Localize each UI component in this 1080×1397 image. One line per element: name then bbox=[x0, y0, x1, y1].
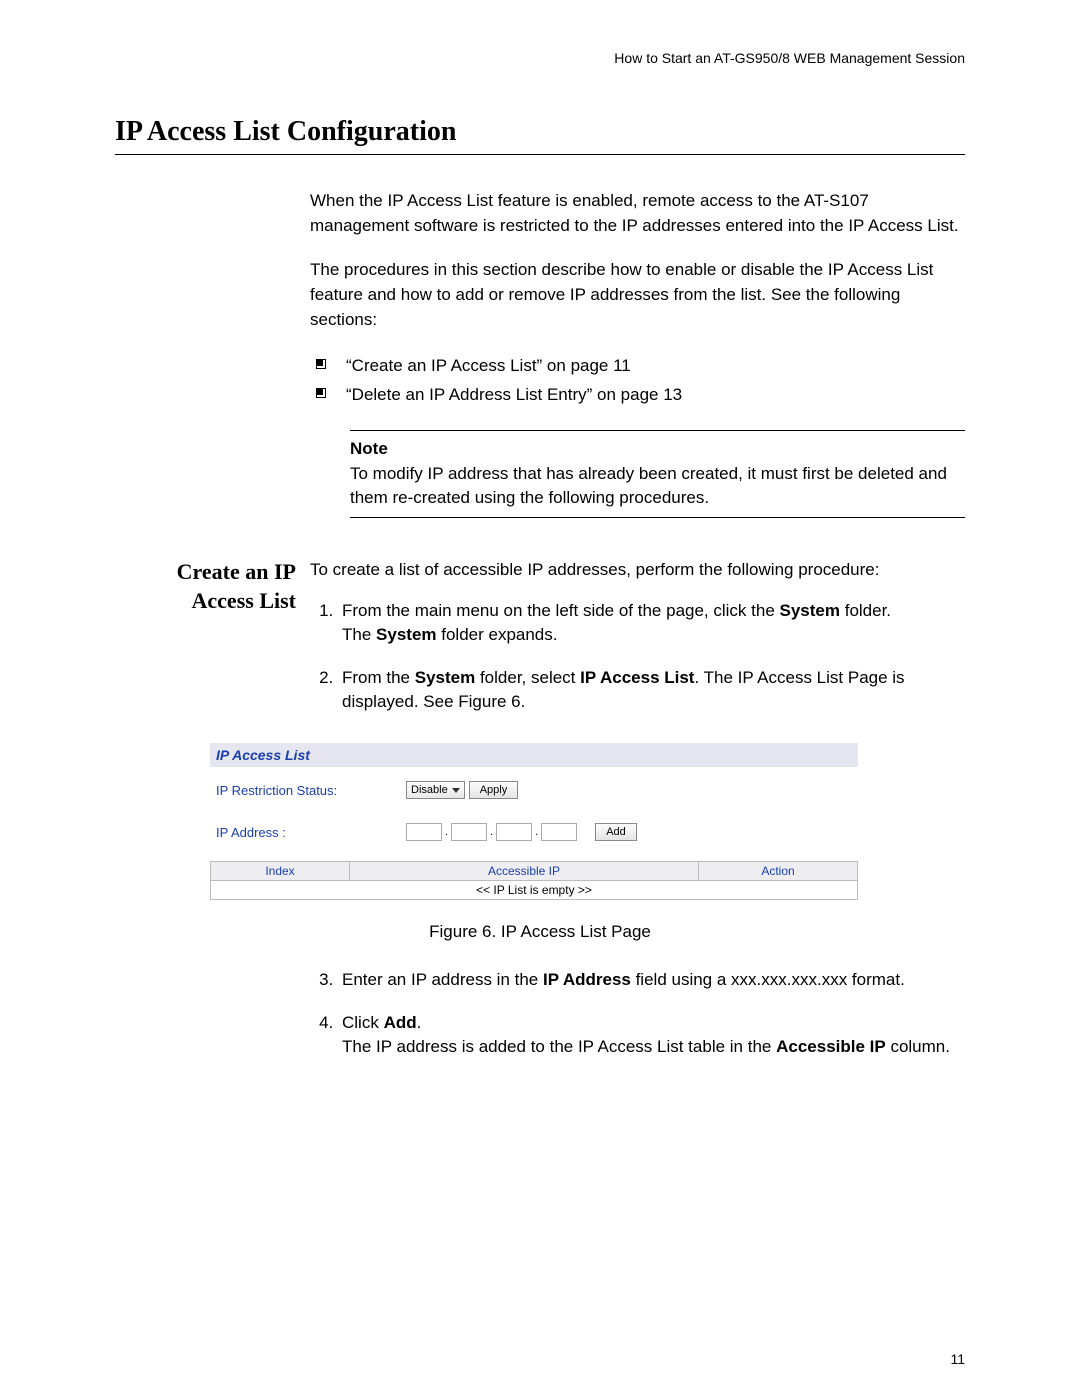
ip-address-field: . . . bbox=[406, 823, 577, 841]
text: Click bbox=[342, 1013, 384, 1032]
status-label: IP Restriction Status: bbox=[216, 783, 406, 798]
step-2: From the System folder, select IP Access… bbox=[338, 666, 965, 715]
bullet-item: “Delete an IP Address List Entry” on pag… bbox=[316, 381, 965, 410]
intro-paragraph-2: The procedures in this section describe … bbox=[310, 258, 965, 332]
subsection-lead: To create a list of accessible IP addres… bbox=[310, 558, 965, 583]
bullet-item: “Create an IP Access List” on page 11 bbox=[316, 352, 965, 381]
figure-ip-access-list: IP Access List IP Restriction Status: Di… bbox=[210, 743, 858, 900]
procedure-list-cont: Enter an IP address in the IP Address fi… bbox=[310, 968, 965, 1060]
text: column. bbox=[886, 1037, 950, 1056]
chevron-down-icon bbox=[452, 788, 460, 793]
ip-access-table: Index Accessible IP Action << IP List is… bbox=[210, 861, 858, 900]
bold: System bbox=[780, 601, 840, 620]
status-select[interactable]: Disable bbox=[406, 781, 465, 799]
th-action: Action bbox=[699, 862, 858, 881]
text: The bbox=[342, 625, 376, 644]
text: field using a xxx.xxx.xxx.xxx format. bbox=[631, 970, 905, 989]
bold: IP Access List bbox=[580, 668, 694, 687]
bold: Add bbox=[384, 1013, 417, 1032]
text: From the bbox=[342, 668, 415, 687]
section-title: IP Access List Configuration bbox=[115, 116, 965, 155]
bold: System bbox=[376, 625, 436, 644]
step-1: From the main menu on the left side of t… bbox=[338, 599, 965, 648]
ip-octet-input[interactable] bbox=[451, 823, 487, 841]
ip-address-label: IP Address : bbox=[216, 825, 406, 840]
step-3: Enter an IP address in the IP Address fi… bbox=[338, 968, 965, 993]
ui-panel-title: IP Access List bbox=[210, 743, 858, 767]
running-head: How to Start an AT-GS950/8 WEB Managemen… bbox=[115, 50, 965, 66]
dot: . bbox=[444, 826, 449, 838]
empty-row: << IP List is empty >> bbox=[211, 881, 858, 900]
text: Enter an IP address in the bbox=[342, 970, 543, 989]
page-number: 11 bbox=[950, 1351, 965, 1367]
text: The IP address is added to the IP Access… bbox=[342, 1037, 776, 1056]
ip-octet-input[interactable] bbox=[406, 823, 442, 841]
text: . bbox=[417, 1013, 422, 1032]
dot: . bbox=[489, 826, 494, 838]
note-text: To modify IP address that has already be… bbox=[350, 464, 947, 508]
text: folder expands. bbox=[437, 625, 558, 644]
ip-octet-input[interactable] bbox=[541, 823, 577, 841]
add-button[interactable]: Add bbox=[595, 823, 637, 841]
subsection-heading: Create an IP Access List bbox=[115, 558, 296, 615]
intro-paragraph-1: When the IP Access List feature is enabl… bbox=[310, 189, 965, 238]
note-block: Note To modify IP address that has alrea… bbox=[350, 430, 965, 518]
text: folder, select bbox=[475, 668, 580, 687]
th-index: Index bbox=[211, 862, 350, 881]
status-select-value: Disable bbox=[411, 784, 448, 796]
step-4: Click Add. The IP address is added to th… bbox=[338, 1011, 965, 1060]
figure-caption: Figure 6. IP Access List Page bbox=[115, 922, 965, 942]
bold: Accessible IP bbox=[776, 1037, 886, 1056]
text: From the main menu on the left side of t… bbox=[342, 601, 780, 620]
ip-octet-input[interactable] bbox=[496, 823, 532, 841]
note-label: Note bbox=[350, 439, 388, 458]
th-accessible-ip: Accessible IP bbox=[350, 862, 699, 881]
reference-bullet-list: “Create an IP Access List” on page 11 “D… bbox=[316, 352, 965, 410]
apply-button[interactable]: Apply bbox=[469, 781, 519, 799]
procedure-list: From the main menu on the left side of t… bbox=[310, 599, 965, 716]
bold: System bbox=[415, 668, 475, 687]
text: folder. bbox=[840, 601, 891, 620]
bold: IP Address bbox=[543, 970, 631, 989]
dot: . bbox=[534, 826, 539, 838]
